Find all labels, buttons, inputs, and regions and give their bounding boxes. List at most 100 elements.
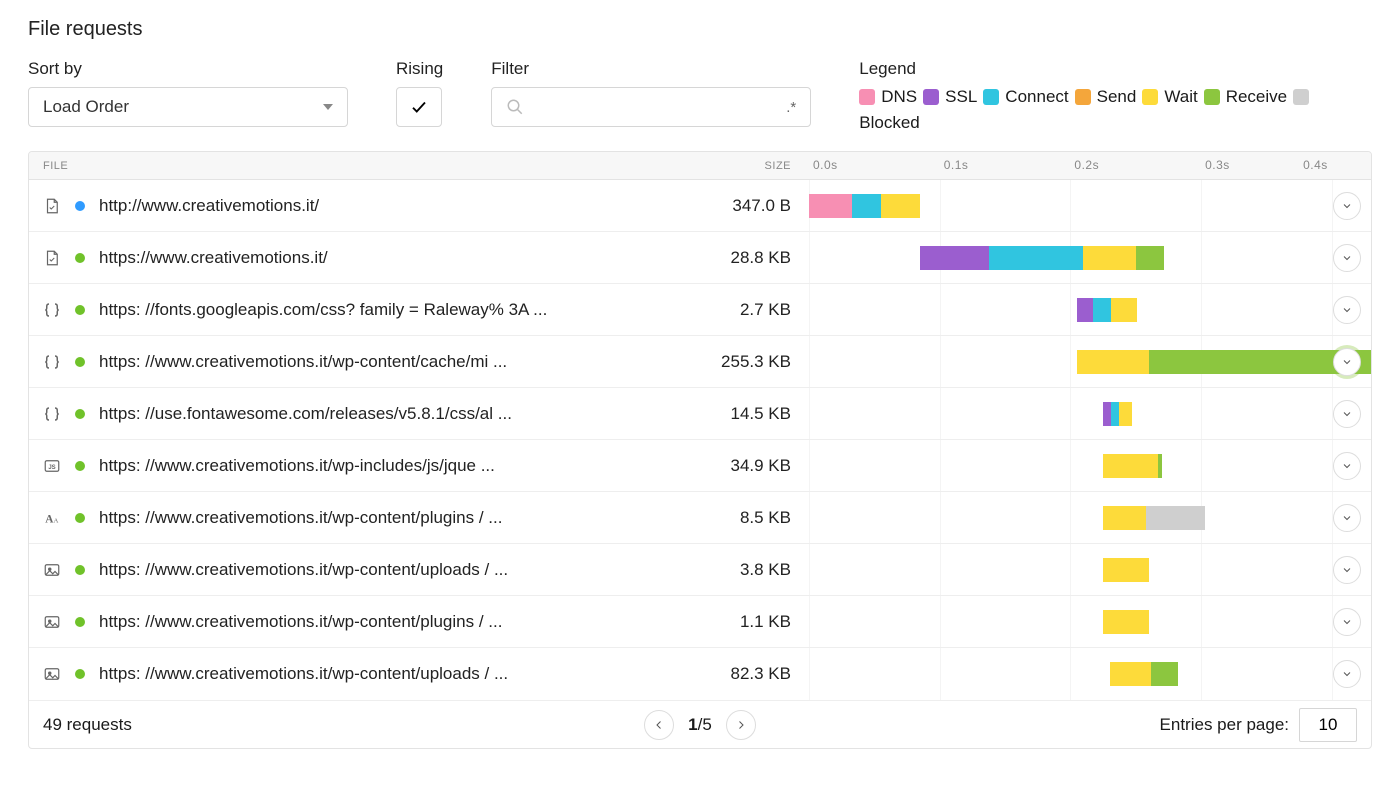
table-row[interactable]: https: //www.creativemotions.it/wp-conte… xyxy=(29,336,1371,388)
filter-field[interactable]: .* xyxy=(491,87,811,127)
waterfall-bar xyxy=(1110,662,1178,686)
waterfall-bar xyxy=(809,194,920,218)
table-row[interactable]: https: //fonts.googleapis.com/css? famil… xyxy=(29,284,1371,336)
request-url: https: //use.fontawesome.com/releases/v5… xyxy=(99,404,512,424)
request-url: https: //www.creativemotions.it/wp-conte… xyxy=(99,352,507,372)
request-url: https: //www.creativemotions.it/wp-conte… xyxy=(99,612,502,632)
sort-select[interactable]: Load Order xyxy=(28,87,348,127)
segment-receive xyxy=(1151,662,1177,686)
request-size: 34.9 KB xyxy=(569,456,809,476)
font-file-icon: AA xyxy=(43,509,61,527)
legend-label: SSL xyxy=(945,87,977,107)
column-file[interactable]: FILE xyxy=(29,160,569,172)
table-row[interactable]: https: //www.creativemotions.it/wp-conte… xyxy=(29,648,1371,700)
table-row[interactable]: AAhttps: //www.creativemotions.it/wp-con… xyxy=(29,492,1371,544)
table-row[interactable]: https://www.creativemotions.it/28.8 KB xyxy=(29,232,1371,284)
segment-dns xyxy=(809,194,852,218)
connect-swatch xyxy=(983,89,999,105)
segment-wait xyxy=(1083,246,1135,270)
filter-input[interactable] xyxy=(532,99,780,116)
column-size[interactable]: SIZE xyxy=(569,160,809,172)
status-dot xyxy=(75,409,85,419)
status-dot xyxy=(75,461,85,471)
filter-group: Filter .* xyxy=(491,59,811,127)
segment-wait xyxy=(1111,298,1137,322)
entries-input[interactable] xyxy=(1299,708,1357,742)
expand-row-button[interactable] xyxy=(1333,452,1361,480)
legend-label: Receive xyxy=(1226,87,1287,107)
request-count: 49 requests xyxy=(43,715,481,735)
table-row[interactable]: JShttps: //www.creativemotions.it/wp-inc… xyxy=(29,440,1371,492)
legend-title: Legend xyxy=(859,59,1372,79)
segment-wait xyxy=(1103,454,1158,478)
waterfall-cell xyxy=(809,596,1371,647)
expand-row-button[interactable] xyxy=(1333,556,1361,584)
segment-wait xyxy=(1110,662,1152,686)
segment-wait xyxy=(1077,350,1149,374)
status-dot xyxy=(75,565,85,575)
css-file-icon xyxy=(43,353,61,371)
prev-page-button[interactable] xyxy=(644,710,674,740)
expand-row-button[interactable] xyxy=(1333,296,1361,324)
rising-toggle[interactable] xyxy=(396,87,442,127)
column-waterfall: 0.0s0.1s0.2s0.3s0.4s xyxy=(809,152,1371,179)
expand-row-button[interactable] xyxy=(1333,400,1361,428)
expand-row-button[interactable] xyxy=(1333,244,1361,272)
expand-row-button[interactable] xyxy=(1333,504,1361,532)
sort-group: Sort by Load Order xyxy=(28,59,348,127)
status-dot xyxy=(75,617,85,627)
img-file-icon xyxy=(43,561,61,579)
expand-row-button[interactable] xyxy=(1333,660,1361,688)
segment-ssl xyxy=(1077,298,1093,322)
status-dot xyxy=(75,201,85,211)
css-file-icon xyxy=(43,301,61,319)
chevron-down-icon xyxy=(1341,200,1353,212)
chevron-down-icon xyxy=(1341,356,1353,368)
status-dot xyxy=(75,513,85,523)
status-dot xyxy=(75,305,85,315)
request-url: https://www.creativemotions.it/ xyxy=(99,248,328,268)
waterfall-cell xyxy=(809,492,1371,543)
status-dot xyxy=(75,253,85,263)
expand-row-button[interactable] xyxy=(1333,348,1361,376)
waterfall-cell xyxy=(809,440,1371,491)
expand-row-button[interactable] xyxy=(1333,608,1361,636)
table-row[interactable]: http://www.creativemotions.it/347.0 B xyxy=(29,180,1371,232)
waterfall-bar xyxy=(1077,350,1371,374)
legend-label: Blocked xyxy=(859,113,919,133)
request-url: https: //www.creativemotions.it/wp-conte… xyxy=(99,664,508,684)
segment-connect xyxy=(1093,298,1111,322)
chevron-down-icon xyxy=(1341,668,1353,680)
controls-bar: Sort by Load Order Rising Filter .* Lege… xyxy=(28,59,1372,133)
request-size: 14.5 KB xyxy=(569,404,809,424)
segment-receive xyxy=(1136,246,1165,270)
segment-wait xyxy=(1103,610,1149,634)
next-page-button[interactable] xyxy=(726,710,756,740)
dns-swatch xyxy=(859,89,875,105)
waterfall-bar xyxy=(1077,298,1137,322)
chevron-down-icon xyxy=(1341,512,1353,524)
segment-connect xyxy=(989,246,1083,270)
table-row[interactable]: https: //www.creativemotions.it/wp-conte… xyxy=(29,544,1371,596)
ssl-swatch xyxy=(923,89,939,105)
legend-group: Legend DNSSSLConnectSendWaitReceiveBlock… xyxy=(859,59,1372,133)
page-indicator: 1/5 xyxy=(688,715,712,735)
receive-swatch xyxy=(1204,89,1220,105)
segment-connect xyxy=(1111,402,1119,426)
chevron-down-icon xyxy=(1341,304,1353,316)
request-size: 8.5 KB xyxy=(569,508,809,528)
legend-label: Connect xyxy=(1005,87,1068,107)
request-size: 82.3 KB xyxy=(569,664,809,684)
waterfall-cell xyxy=(809,388,1371,439)
timeline-tick: 0.0s xyxy=(813,158,838,172)
search-icon xyxy=(506,98,524,116)
svg-text:A: A xyxy=(54,517,59,524)
waterfall-cell xyxy=(809,544,1371,595)
chevron-down-icon xyxy=(323,104,333,110)
table-row[interactable]: https: //www.creativemotions.it/wp-conte… xyxy=(29,596,1371,648)
chevron-left-icon xyxy=(653,719,665,731)
svg-text:JS: JS xyxy=(48,465,55,471)
blocked-swatch xyxy=(1293,89,1309,105)
table-row[interactable]: https: //use.fontawesome.com/releases/v5… xyxy=(29,388,1371,440)
expand-row-button[interactable] xyxy=(1333,192,1361,220)
